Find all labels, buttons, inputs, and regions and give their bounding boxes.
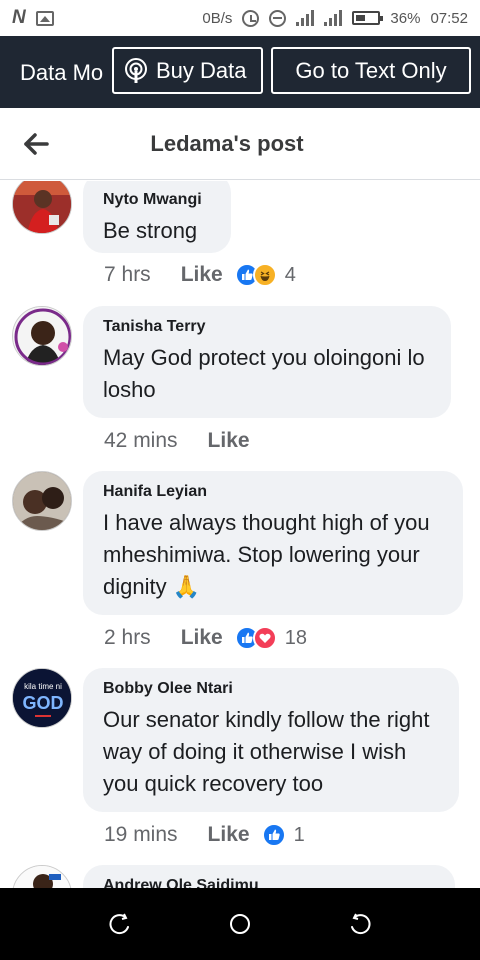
page-title: Ledama's post [150,131,304,156]
comment-time[interactable]: 7 hrs [104,263,151,287]
comment-text: Our senator kindly follow the right way … [103,707,430,796]
comments-list[interactable]: Nyto Mwangi Be strong 7 hrs Like 4 Tanis… [0,181,480,888]
post-header: Ledama's post [0,108,480,180]
comment-bubble[interactable]: Tanisha Terry May God protect you oloing… [83,306,451,418]
n-icon: N [12,7,26,28]
network-speed: 0B/s [202,9,233,27]
reactions[interactable]: 1 [261,823,305,847]
comment-meta: 2 hrs Like 18 [104,626,307,650]
avatar[interactable] [12,181,72,234]
commenter-name[interactable]: Tanisha Terry [103,318,431,336]
avatar[interactable] [12,865,72,888]
recents-icon[interactable] [100,904,140,944]
sync-icon [242,9,260,27]
reaction-count: 1 [293,823,305,846]
comment-time[interactable]: 42 mins [104,429,178,453]
avatar[interactable] [12,306,72,366]
reaction-count: 4 [284,263,296,286]
reactions[interactable]: 4 [234,263,296,287]
status-right: 0B/s 36% 07:52 [202,9,468,27]
commenter-name[interactable]: Hanifa Leyian [103,483,443,501]
like-button[interactable]: Like [208,823,250,847]
reaction-count: 18 [284,626,307,649]
battery-icon [352,11,384,25]
podcast-icon [124,57,148,84]
back-icon[interactable] [340,904,380,944]
comment-time[interactable]: 2 hrs [104,626,151,650]
comment-bubble[interactable]: Bobby Olee Ntari Our senator kindly foll… [83,668,459,812]
signal-icon [296,10,315,26]
commenter-name[interactable]: Bobby Olee Ntari [103,680,439,698]
comment-bubble[interactable]: Nyto Mwangi Be strong [83,181,231,253]
reactions[interactable]: 18 [234,626,307,650]
clock: 07:52 [430,9,468,27]
dnd-icon [269,9,287,27]
comment-bubble[interactable]: Andrew Ole Saidimu [83,865,455,888]
avatar-caption: kila time ni [24,682,62,691]
text-only-label: Go to Text Only [295,57,447,83]
avatar[interactable] [12,471,72,531]
love-reaction-icon [252,626,277,650]
comment-time[interactable]: 19 mins [104,823,178,847]
comment-meta: 42 mins Like [104,429,250,453]
buy-data-label: Buy Data [156,57,247,83]
avatar[interactable]: kila time ni GOD [12,668,72,728]
signal-icon [324,10,343,26]
comment-text: I have always thought high of you mheshi… [103,510,430,599]
comment-text: May God protect you oloingoni lo losho [103,345,425,402]
buy-data-button[interactable]: Buy Data [112,47,263,94]
home-icon[interactable] [220,904,260,944]
battery-percent: 36% [390,9,421,27]
commenter-name[interactable]: Andrew Ole Saidimu [103,877,435,888]
like-reaction-icon [261,823,286,847]
comment-bubble[interactable]: Hanifa Leyian I have always thought high… [83,471,463,615]
comment-text: Be strong [103,218,198,243]
like-button[interactable]: Like [208,429,250,453]
like-button[interactable]: Like [181,263,223,287]
status-bar: N 0B/s 36% 07:52 [0,0,480,36]
commenter-name[interactable]: Nyto Mwangi [103,191,211,209]
text-only-button[interactable]: Go to Text Only [271,47,471,94]
image-icon [35,10,54,26]
data-mode-banner: Data Mo Buy Data Go to Text Only [0,36,480,108]
comment-meta: 19 mins Like 1 [104,823,305,847]
status-left: N [12,7,54,29]
system-nav-bar [0,888,480,960]
comment-meta: 7 hrs Like 4 [104,263,296,287]
data-mode-label: Data Mo [20,60,104,85]
haha-reaction-icon [252,263,277,287]
like-button[interactable]: Like [181,626,223,650]
avatar-caption: GOD [22,693,63,713]
